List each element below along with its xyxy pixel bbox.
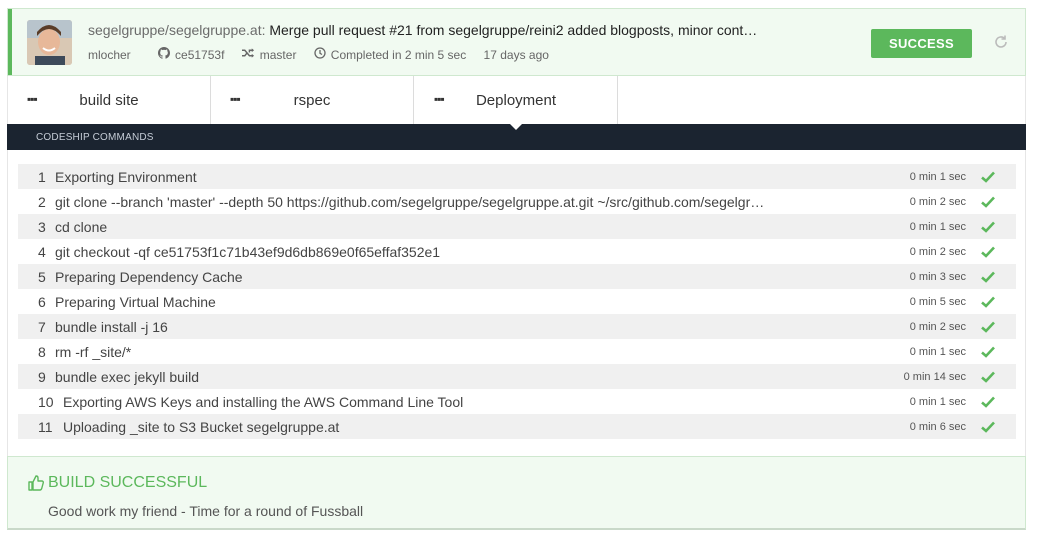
tab-deployment[interactable]: ▪▪▪ Deployment <box>415 76 618 124</box>
commands-panel: 1 Exporting Environment 0 min 1 sec 2 gi… <box>7 150 1026 456</box>
check-icon <box>981 220 995 233</box>
command-text: Exporting Environment <box>55 169 197 185</box>
command-number: 3 <box>38 219 46 235</box>
check-icon <box>981 395 995 408</box>
command-number: 1 <box>38 169 46 185</box>
tab-label: Deployment <box>475 92 557 109</box>
repo-name[interactable]: segelgruppe/segelgruppe.at: <box>88 22 265 38</box>
thumbs-up-icon <box>28 474 44 491</box>
build-page: segelgruppe/segelgruppe.at: Merge pull r… <box>7 8 1026 530</box>
command-text: cd clone <box>55 219 108 235</box>
command-text: rm -rf _site/* <box>55 344 132 360</box>
command-duration: 0 min 1 sec <box>909 221 966 233</box>
command-number: 6 <box>38 294 46 310</box>
active-tab-indicator <box>509 123 523 130</box>
tab-build-site[interactable]: ▪▪▪ build site <box>8 76 211 124</box>
commit-hash-link[interactable]: ce51753f <box>158 47 224 62</box>
check-icon <box>981 270 995 283</box>
branch-icon <box>241 47 255 62</box>
command-duration: 0 min 2 sec <box>909 321 966 333</box>
command-duration: 0 min 14 sec <box>903 371 966 383</box>
github-icon <box>158 47 171 62</box>
command-row[interactable]: 3 cd clone 0 min 1 sec <box>18 214 1016 239</box>
build-message: Good work my friend - Time for a round o… <box>48 503 364 519</box>
command-number: 4 <box>38 244 46 260</box>
build-header: segelgruppe/segelgruppe.at: Merge pull r… <box>7 8 1026 76</box>
clock-icon <box>314 47 326 62</box>
check-icon <box>981 245 995 258</box>
build-duration: Completed in 2 min 5 sec <box>314 47 466 62</box>
command-row[interactable]: 8 rm -rf _site/* 0 min 1 sec <box>18 339 1016 364</box>
author-name: mlocher <box>88 48 131 62</box>
command-number: 8 <box>38 344 46 360</box>
check-icon <box>981 345 995 358</box>
command-duration: 0 min 2 sec <box>909 196 966 208</box>
command-row[interactable]: 9 bundle exec jekyll build 0 min 14 sec <box>18 364 1016 389</box>
command-text: git checkout -qf ce51753f1c71b43ef9d6db8… <box>55 244 441 260</box>
command-row[interactable]: 1 Exporting Environment 0 min 1 sec <box>18 164 1016 189</box>
command-duration: 0 min 2 sec <box>909 246 966 258</box>
pipeline-tabs: ▪▪▪ build site ▪▪▪ rspec ▪▪▪ Deployment <box>7 76 1026 124</box>
tab-label: rspec <box>293 92 331 109</box>
command-text: Preparing Dependency Cache <box>55 269 243 285</box>
duration-text: Completed in 2 min 5 sec <box>330 47 467 62</box>
command-number: 7 <box>38 319 46 335</box>
commit-hash: ce51753f <box>175 47 225 62</box>
status-accent-bar <box>8 9 12 75</box>
author[interactable]: mlocher <box>88 48 131 62</box>
check-icon <box>981 320 995 333</box>
command-duration: 0 min 1 sec <box>909 171 966 183</box>
command-row[interactable]: 6 Preparing Virtual Machine 0 min 5 sec <box>18 289 1016 314</box>
build-status-text: BUILD SUCCESSFUL <box>48 474 208 491</box>
command-text: Preparing Virtual Machine <box>55 294 216 310</box>
branch-name: master <box>259 47 297 62</box>
refresh-icon[interactable] <box>993 34 1009 50</box>
command-number: 5 <box>38 269 46 285</box>
command-number: 11 <box>38 419 53 435</box>
command-duration: 0 min 1 sec <box>909 396 966 408</box>
command-row[interactable]: 4 git checkout -qf ce51753f1c71b43ef9d6d… <box>18 239 1016 264</box>
commands-list: 1 Exporting Environment 0 min 1 sec 2 gi… <box>18 164 1016 439</box>
build-age: 17 days ago <box>483 48 549 62</box>
command-text: Uploading _site to S3 Bucket segelgruppe… <box>63 419 340 435</box>
command-row[interactable]: 7 bundle install -j 16 0 min 2 sec <box>18 314 1016 339</box>
build-result-banner: BUILD SUCCESSFUL Good work my friend - T… <box>7 456 1026 530</box>
check-icon <box>981 195 995 208</box>
branch-link[interactable]: master <box>241 47 297 62</box>
tab-rspec[interactable]: ▪▪▪ rspec <box>211 76 414 124</box>
command-text: git clone --branch 'master' --depth 50 h… <box>55 194 765 210</box>
command-text: bundle install -j 16 <box>55 319 168 335</box>
command-duration: 0 min 6 sec <box>909 421 966 433</box>
command-row[interactable]: 5 Preparing Dependency Cache 0 min 3 sec <box>18 264 1016 289</box>
commit-message[interactable]: Merge pull request #21 from segelgruppe/… <box>269 22 757 38</box>
check-icon <box>981 170 995 183</box>
command-duration: 0 min 5 sec <box>909 296 966 308</box>
command-number: 9 <box>38 369 46 385</box>
command-row[interactable]: 10 Exporting AWS Keys and installing the… <box>18 389 1016 414</box>
command-duration: 0 min 3 sec <box>909 271 966 283</box>
build-status-button[interactable]: SUCCESS <box>871 29 972 58</box>
commit-title[interactable]: segelgruppe/segelgruppe.at: Merge pull r… <box>88 22 848 38</box>
command-number: 2 <box>38 194 46 210</box>
avatar[interactable] <box>27 20 72 65</box>
command-row[interactable]: 2 git clone --branch 'master' --depth 50… <box>18 189 1016 214</box>
check-icon <box>981 295 995 308</box>
check-icon <box>981 420 995 433</box>
check-icon <box>981 370 995 383</box>
commit-meta: mlocher ce51753f master Completed in 2 m… <box>88 47 563 62</box>
command-text: bundle exec jekyll build <box>55 369 199 385</box>
commands-title: CODESHIP COMMANDS <box>36 132 154 143</box>
tab-label: build site <box>79 92 139 109</box>
command-number: 10 <box>38 394 54 410</box>
command-duration: 0 min 1 sec <box>909 346 966 358</box>
command-text: Exporting AWS Keys and installing the AW… <box>63 394 464 410</box>
command-row[interactable]: 11 Uploading _site to S3 Bucket segelgru… <box>18 414 1016 439</box>
commands-header: CODESHIP COMMANDS <box>7 123 1026 150</box>
